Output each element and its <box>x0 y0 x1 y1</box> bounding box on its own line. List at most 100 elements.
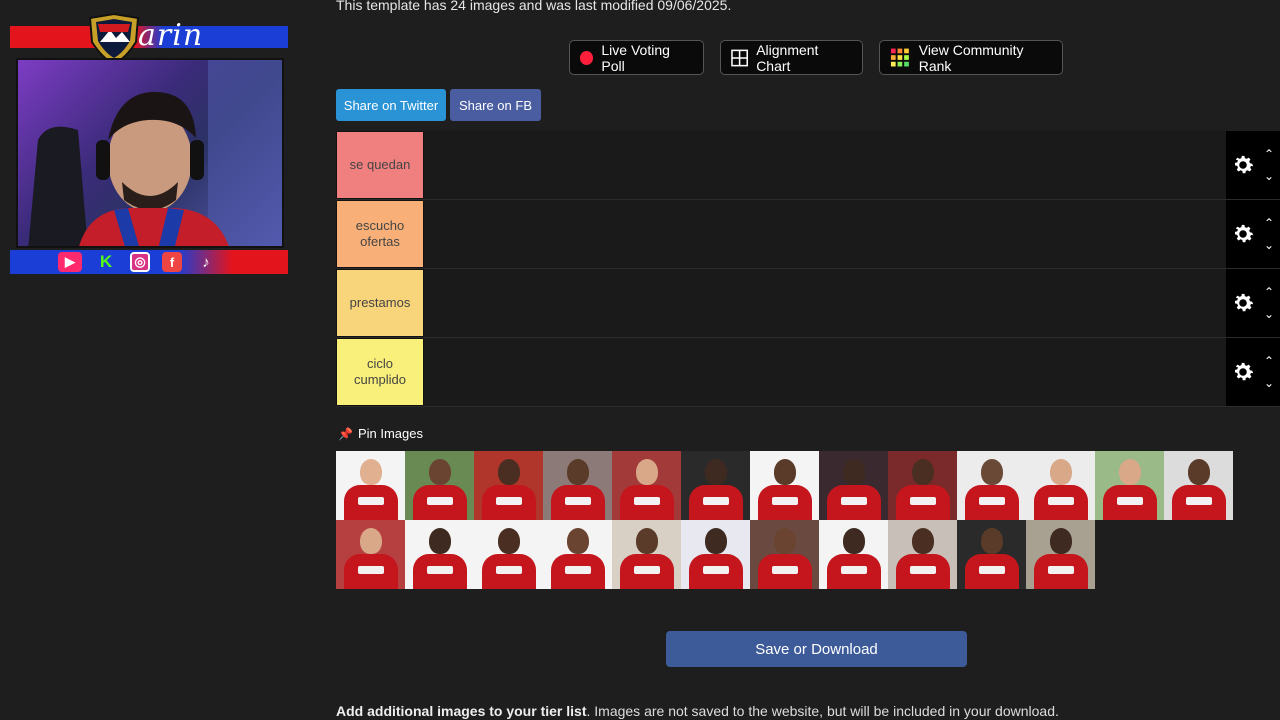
move-down-icon[interactable]: ⌄ <box>1264 377 1274 389</box>
tier-label[interactable]: ciclo cumplido <box>336 338 424 406</box>
player-head <box>498 528 520 554</box>
move-down-icon[interactable]: ⌄ <box>1264 170 1274 182</box>
move-down-icon[interactable]: ⌄ <box>1264 239 1274 251</box>
move-up-icon[interactable]: ⌃ <box>1264 217 1274 229</box>
player-head <box>1119 459 1141 485</box>
sponsor-logo <box>1117 497 1143 505</box>
tier-dropzone[interactable] <box>424 131 1280 199</box>
sponsor-logo <box>634 566 660 574</box>
pool-image[interactable] <box>612 451 681 520</box>
tier-dropzone[interactable] <box>424 338 1280 406</box>
add-images-note: Add additional images to your tier list.… <box>336 703 1059 719</box>
live-voting-poll-label: Live Voting Poll <box>601 41 670 74</box>
stream-overlay: arin ▶ K ◎ f ♪ <box>10 8 288 274</box>
pool-image[interactable] <box>1164 451 1233 520</box>
tier-label[interactable]: se quedan <box>336 131 424 199</box>
share-fb-button[interactable]: Share on FB <box>450 89 541 121</box>
move-up-icon[interactable]: ⌃ <box>1264 355 1274 367</box>
sponsor-logo <box>358 497 384 505</box>
sponsor-logo <box>1048 497 1074 505</box>
player-head <box>774 459 796 485</box>
move-up-icon[interactable]: ⌃ <box>1264 286 1274 298</box>
webcam-feed <box>16 58 284 248</box>
alignment-chart-label: Alignment Chart <box>756 41 819 74</box>
live-voting-poll-button[interactable]: Live Voting Poll <box>569 40 704 75</box>
player-head <box>567 459 589 485</box>
sponsor-logo <box>703 566 729 574</box>
sponsor-logo <box>979 566 1005 574</box>
pin-icon: 📌 <box>338 426 353 441</box>
facebook-icon: f <box>162 252 182 272</box>
tier-dropzone[interactable] <box>424 269 1280 337</box>
player-head <box>567 528 589 554</box>
kick-icon: K <box>99 252 113 271</box>
pool-image[interactable] <box>888 520 957 589</box>
tier-label[interactable]: prestamos <box>336 269 424 337</box>
view-community-rank-label: View Community Rank <box>918 41 1024 74</box>
tier-row: escucho ofertas ⌃ ⌄ <box>336 200 1280 269</box>
pool-image[interactable] <box>543 451 612 520</box>
sponsor-logo <box>565 566 591 574</box>
share-twitter-button[interactable]: Share on Twitter <box>336 89 446 121</box>
player-head <box>636 459 658 485</box>
tiktok-icon: ♪ <box>202 253 210 271</box>
player-head <box>981 459 1003 485</box>
player-head <box>636 528 658 554</box>
move-down-icon[interactable]: ⌄ <box>1264 308 1274 320</box>
tier-list: se quedan ⌃ ⌄ escucho ofertas ⌃ ⌄ prestamo… <box>336 131 1280 407</box>
move-up-icon[interactable]: ⌃ <box>1264 148 1274 160</box>
tier-controls: ⌃ ⌄ <box>1226 338 1280 406</box>
player-head <box>429 528 451 554</box>
pool-image[interactable] <box>1026 520 1095 589</box>
streamer-figure <box>28 60 282 246</box>
sponsor-logo <box>496 497 522 505</box>
rank-grid-icon <box>890 48 909 66</box>
pool-image[interactable] <box>1026 451 1095 520</box>
tier-label[interactable]: escucho ofertas <box>336 200 424 268</box>
pool-image[interactable] <box>612 520 681 589</box>
sponsor-logo <box>772 566 798 574</box>
pin-images-label: Pin Images <box>357 426 423 441</box>
sponsor-logo <box>427 566 453 574</box>
pool-image[interactable] <box>543 520 612 589</box>
pool-image[interactable] <box>819 451 888 520</box>
pool-image[interactable] <box>336 451 405 520</box>
pool-image[interactable] <box>474 451 543 520</box>
gear-icon[interactable] <box>1230 221 1256 247</box>
gear-icon[interactable] <box>1230 152 1256 178</box>
pool-image[interactable] <box>405 520 474 589</box>
pool-image[interactable] <box>336 520 405 589</box>
pool-image[interactable] <box>750 451 819 520</box>
grid-icon <box>731 49 748 66</box>
player-head <box>360 459 382 485</box>
pool-image[interactable] <box>405 451 474 520</box>
pool-image[interactable] <box>1095 451 1164 520</box>
tier-dropzone[interactable] <box>424 200 1280 268</box>
gear-icon[interactable] <box>1230 359 1256 385</box>
pool-image[interactable] <box>474 520 543 589</box>
tier-controls: ⌃ ⌄ <box>1226 269 1280 337</box>
gear-icon[interactable] <box>1230 290 1256 316</box>
pool-image[interactable] <box>681 520 750 589</box>
player-head <box>912 528 934 554</box>
pool-image[interactable] <box>750 520 819 589</box>
sponsor-logo <box>910 497 936 505</box>
save-download-button[interactable]: Save or Download <box>666 631 967 667</box>
sponsor-logo <box>841 566 867 574</box>
view-community-rank-button[interactable]: View Community Rank <box>879 40 1063 75</box>
alignment-chart-button[interactable]: Alignment Chart <box>720 40 863 75</box>
pool-image[interactable] <box>681 451 750 520</box>
pool-image[interactable] <box>957 451 1026 520</box>
player-head <box>843 459 865 485</box>
pool-image[interactable] <box>819 520 888 589</box>
sponsor-logo <box>703 497 729 505</box>
add-images-link[interactable]: Add additional images to your tier list <box>336 703 586 719</box>
sponsor-logo <box>634 497 660 505</box>
pool-image[interactable] <box>888 451 957 520</box>
pool-image[interactable] <box>957 520 1026 589</box>
tier-row: ciclo cumplido ⌃ ⌄ <box>336 338 1280 407</box>
player-head <box>429 459 451 485</box>
player-head <box>705 528 727 554</box>
sponsor-logo <box>427 497 453 505</box>
tier-controls: ⌃ ⌄ <box>1226 131 1280 199</box>
